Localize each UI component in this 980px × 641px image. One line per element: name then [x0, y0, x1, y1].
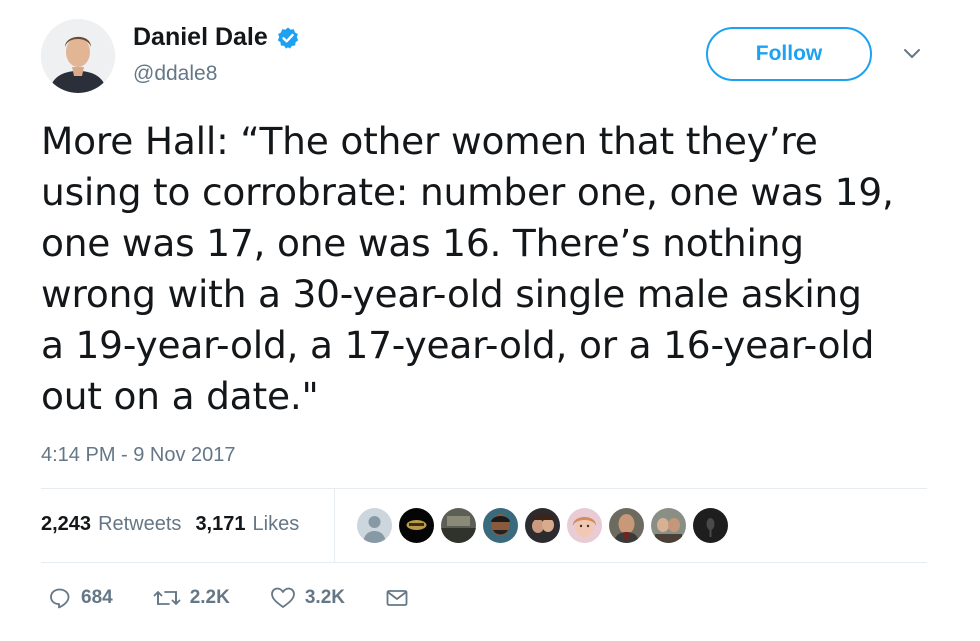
retweet-count: 2.2K [189, 587, 230, 608]
chevron-down-icon[interactable] [902, 43, 922, 63]
liker-avatar[interactable] [397, 506, 436, 545]
liker-avatar[interactable] [691, 506, 730, 545]
author-display-name[interactable]: Daniel Dale [133, 23, 268, 52]
divider [334, 489, 335, 562]
retweets-count: 2,243 [41, 513, 92, 535]
liker-avatar[interactable] [523, 506, 562, 545]
liked-by-avatars [355, 506, 730, 545]
tweet-timestamp[interactable]: 4:14 PM - 9 Nov 2017 [41, 444, 236, 467]
likes-label: Likes [252, 513, 300, 535]
liker-avatar[interactable] [481, 506, 520, 545]
direct-message-button[interactable] [385, 586, 409, 610]
liker-avatar[interactable] [649, 506, 688, 545]
likes-stat[interactable]: 3,171 Likes [195, 513, 299, 536]
author-name-row: Daniel Dale [133, 23, 300, 52]
envelope-icon [386, 590, 408, 606]
tweet-text: More Hall: “The other women that they’re… [41, 119, 894, 418]
follow-button[interactable]: Follow [706, 27, 872, 81]
liker-avatar[interactable] [607, 506, 646, 545]
reply-icon [50, 588, 70, 609]
verified-badge-icon [276, 26, 300, 50]
divider [41, 562, 927, 563]
divider [41, 488, 927, 489]
default-avatar-icon [357, 508, 392, 543]
retweets-label: Retweets [98, 513, 182, 535]
liker-avatar[interactable] [439, 506, 478, 545]
likes-count: 3,171 [195, 513, 246, 535]
like-button[interactable]: 3.2K [270, 586, 345, 610]
retweets-stat[interactable]: 2,243 Retweets [41, 513, 181, 536]
author-handle[interactable]: @ddale8 [133, 62, 217, 86]
heart-icon [270, 587, 295, 608]
tweet-stats: 2,243 Retweets 3,171 Likes [41, 513, 299, 536]
author-avatar-image [41, 19, 115, 93]
reply-button[interactable]: 684 [48, 586, 113, 610]
tweet-actions: 684 2.2K 3.2K [48, 586, 449, 610]
liker-avatar[interactable] [565, 506, 604, 545]
retweet-icon [153, 591, 181, 605]
reply-count: 684 [81, 587, 113, 608]
retweet-button[interactable]: 2.2K [153, 586, 230, 610]
like-count: 3.2K [304, 587, 345, 608]
liker-avatar[interactable] [355, 506, 394, 545]
author-avatar[interactable] [41, 19, 115, 93]
